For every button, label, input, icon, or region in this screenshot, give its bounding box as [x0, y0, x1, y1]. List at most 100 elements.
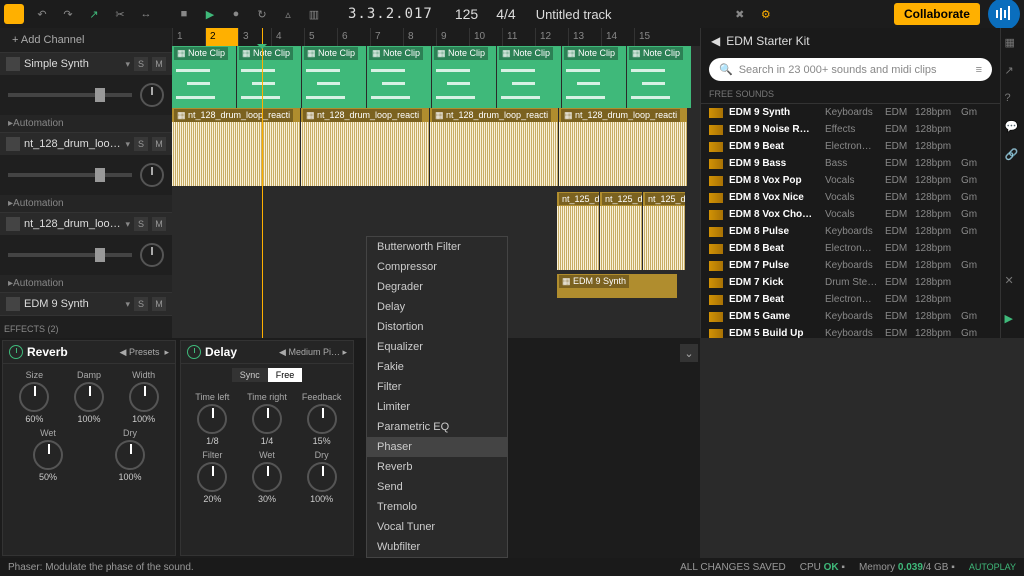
browser-item[interactable]: EDM 8 PulseKeyboardsEDM128bpmGm	[701, 223, 1000, 240]
autoplay-toggle[interactable]: AUTOPLAY	[969, 562, 1016, 572]
timeline-ruler[interactable]: 123456789101112131415	[172, 28, 700, 46]
automation-toggle[interactable]: Automation	[0, 115, 172, 132]
ruler-tick[interactable]: 14	[601, 28, 634, 46]
delay-power-button[interactable]	[187, 345, 201, 359]
reverb-preset-selector[interactable]: ◀ Presets ▸	[120, 347, 169, 358]
ruler-tick[interactable]: 2	[205, 28, 238, 46]
midi-clip[interactable]: ▦ Note Clip	[562, 46, 626, 108]
solo-button[interactable]: S	[134, 57, 148, 71]
collaborate-button[interactable]: Collaborate	[894, 3, 980, 25]
mute-button[interactable]: M	[152, 57, 166, 71]
midi-clip[interactable]: ▦ Note Clip	[237, 46, 301, 108]
help-icon[interactable]: ?	[1005, 92, 1021, 108]
play-preview-icon[interactable]: ▶	[1005, 312, 1021, 328]
audio-clip[interactable]: ▦ nt_128_drum_loop_reacti	[430, 108, 558, 186]
knob[interactable]	[197, 404, 227, 434]
ruler-tick[interactable]: 11	[502, 28, 535, 46]
free-option[interactable]: Free	[268, 368, 303, 382]
volume-slider[interactable]	[8, 93, 132, 97]
knob[interactable]	[115, 440, 145, 470]
track-name[interactable]: Simple Synth	[24, 58, 121, 70]
knob[interactable]	[19, 382, 49, 412]
fx-menu-item[interactable]: Equalizer	[367, 337, 507, 357]
fx-menu-item[interactable]: Send	[367, 477, 507, 497]
fx-menu-item[interactable]: Distortion	[367, 317, 507, 337]
audio-clip[interactable]: ▦ nt_128_drum_loop_reacti	[559, 108, 687, 186]
ruler-tick[interactable]: 9	[436, 28, 469, 46]
browser-item[interactable]: EDM 8 Vox NiceVocalsEDM128bpmGm	[701, 189, 1000, 206]
fx-menu-item[interactable]: Compressor	[367, 257, 507, 277]
library-icon[interactable]: ▦	[1005, 36, 1021, 52]
metronome-button[interactable]: ▵	[276, 3, 300, 25]
ruler-tick[interactable]: 8	[403, 28, 436, 46]
knob[interactable]	[252, 462, 282, 492]
fx-menu-item[interactable]: Reverb	[367, 457, 507, 477]
undo-button[interactable]: ↶	[30, 3, 54, 25]
automation-toggle[interactable]: Automation	[0, 195, 172, 212]
fx-menu-item[interactable]: Vocal Tuner	[367, 517, 507, 537]
fx-menu-item[interactable]: Fakie	[367, 357, 507, 377]
stop-button[interactable]: ■	[172, 3, 196, 25]
fx-menu-item[interactable]: Limiter	[367, 397, 507, 417]
midi-clip[interactable]: ▦ Note Clip	[302, 46, 366, 108]
settings-icon[interactable]: ⚙	[754, 3, 778, 25]
knob[interactable]	[74, 382, 104, 412]
ruler-tick[interactable]: 13	[568, 28, 601, 46]
browser-item[interactable]: EDM 7 KickDrum Ste…EDM128bpm	[701, 274, 1000, 291]
browser-item[interactable]: EDM 9 BassBassEDM128bpmGm	[701, 155, 1000, 172]
delay-sync-toggle[interactable]: Sync Free	[232, 368, 303, 382]
browser-item[interactable]: EDM 8 BeatElectron…EDM128bpm	[701, 240, 1000, 257]
browser-item[interactable]: EDM 7 PulseKeyboardsEDM128bpmGm	[701, 257, 1000, 274]
ruler-tick[interactable]: 10	[469, 28, 502, 46]
cursor-icon[interactable]: ✖	[728, 3, 752, 25]
track-name[interactable]: EDM 9 Synth	[24, 298, 121, 310]
mute-button[interactable]: M	[152, 297, 166, 311]
stretch-tool[interactable]: ↔	[134, 3, 158, 25]
fx-menu-item[interactable]: Parametric EQ	[367, 417, 507, 437]
solo-button[interactable]: S	[134, 137, 148, 151]
midi-clip[interactable]: ▦ Note Clip	[432, 46, 496, 108]
loop-button[interactable]: ↻	[250, 3, 274, 25]
automation-toggle[interactable]: Automation	[0, 275, 172, 292]
close-icon[interactable]: ✕	[1005, 274, 1021, 290]
track-type-icon[interactable]	[6, 297, 20, 311]
solo-button[interactable]: S	[134, 297, 148, 311]
pan-knob[interactable]	[140, 243, 164, 267]
volume-slider[interactable]	[8, 173, 132, 177]
fx-menu-item[interactable]: Degrader	[367, 277, 507, 297]
position-display[interactable]: 3.3.2.017	[348, 6, 433, 22]
chat-icon[interactable]: 💬	[1005, 120, 1021, 136]
effects-menu[interactable]: Butterworth FilterCompressorDegraderDela…	[366, 236, 508, 558]
pan-knob[interactable]	[140, 163, 164, 187]
midi-clip[interactable]: ▦ Note Clip	[497, 46, 561, 108]
mute-button[interactable]: M	[152, 137, 166, 151]
ruler-tick[interactable]: 4	[271, 28, 304, 46]
solo-button[interactable]: S	[134, 217, 148, 231]
fx-menu-item[interactable]: Delay	[367, 297, 507, 317]
ruler-tick[interactable]: 15	[634, 28, 667, 46]
user-avatar[interactable]	[988, 0, 1020, 30]
fx-menu-item[interactable]: Phaser	[367, 437, 507, 457]
app-logo[interactable]	[4, 4, 24, 24]
track-type-icon[interactable]	[6, 57, 20, 71]
ruler-tick[interactable]: 6	[337, 28, 370, 46]
fx-menu-item[interactable]: Wubfilter	[367, 537, 507, 557]
delay-preset-selector[interactable]: ◀ Medium Pi… ▸	[279, 347, 347, 358]
timesig-display[interactable]: 4/4	[496, 6, 515, 22]
knob[interactable]	[252, 404, 282, 434]
fx-menu-item[interactable]: Filter	[367, 377, 507, 397]
audio-clip[interactable]: nt_125_dru	[600, 192, 642, 270]
browser-search[interactable]: 🔍 Search in 23 000+ sounds and midi clip…	[709, 58, 992, 81]
audio-clip[interactable]: nt_125_dru	[643, 192, 685, 270]
tempo-display[interactable]: 125	[455, 6, 478, 22]
track-type-icon[interactable]	[6, 137, 20, 151]
browser-item[interactable]: EDM 7 BeatElectron…EDM128bpm	[701, 291, 1000, 308]
fx-menu-item[interactable]: Tremolo	[367, 497, 507, 517]
midi-clip[interactable]: ▦ Note Clip	[367, 46, 431, 108]
browser-title[interactable]: ◀ EDM Starter Kit	[701, 28, 1000, 54]
audio-clip[interactable]: ▦ EDM 9 Synth	[557, 274, 677, 298]
browser-item[interactable]: EDM 8 Vox PopVocalsEDM128bpmGm	[701, 172, 1000, 189]
knob[interactable]	[129, 382, 159, 412]
pan-knob[interactable]	[140, 83, 164, 107]
track-name[interactable]: nt_128_drum_loop_reactio	[24, 138, 121, 150]
